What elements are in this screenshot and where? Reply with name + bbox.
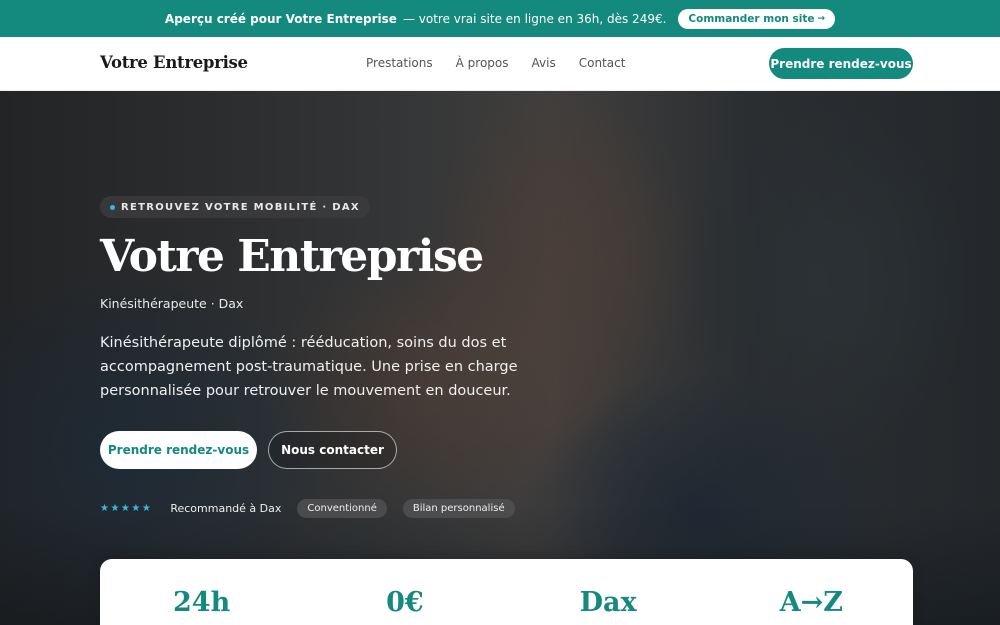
stat-item: 24h (173, 587, 231, 618)
stats-card: 24h 0€ Dax A→Z (100, 559, 913, 625)
recommendation-text: Recommandé à Dax (170, 502, 282, 515)
dot-icon (110, 204, 115, 210)
order-site-button-label: Commander mon site (688, 12, 815, 25)
hero-tagline-text: RETROUVEZ VOTRE MOBILITÉ · DAX (121, 201, 360, 213)
hero-tagline: RETROUVEZ VOTRE MOBILITÉ · DAX (100, 196, 370, 218)
trust-row: ★★★★★ Recommandé à Dax Conventionné Bila… (100, 499, 515, 518)
chip-conventionne: Conventionné (297, 499, 387, 518)
order-site-button[interactable]: Commander mon site → (678, 8, 836, 29)
brand-logo[interactable]: Votre Entreprise (100, 53, 248, 72)
hero-title: Votre Entreprise (100, 231, 484, 282)
promo-text: — votre vrai site en ligne en 36h, dès 2… (402, 11, 667, 26)
hero-appointment-button[interactable]: Prendre rendez-vous (100, 431, 257, 469)
site-header: Votre Entreprise Prestations À propos Av… (0, 37, 1000, 91)
hero-section: RETROUVEZ VOTRE MOBILITÉ · DAX Votre Ent… (0, 91, 1000, 625)
stat-item: A→Z (779, 587, 844, 618)
main-nav: Prestations À propos Avis Contact (366, 56, 625, 70)
hero-contact-button[interactable]: Nous contacter (268, 431, 397, 469)
header-appointment-button[interactable]: Prendre rendez-vous (769, 48, 913, 79)
stat-item: Dax (579, 587, 637, 618)
promo-banner: Aperçu créé pour Votre Entreprise — votr… (0, 0, 1000, 37)
arrow-right-icon: → (817, 13, 826, 24)
nav-item-prestations[interactable]: Prestations (366, 56, 433, 70)
promo-highlight: Aperçu créé pour Votre Entreprise (164, 11, 397, 26)
hero-subtitle: Kinésithérapeute · Dax (100, 296, 244, 311)
stat-item: 0€ (386, 587, 424, 618)
hero-description: Kinésithérapeute diplômé : rééducation, … (100, 335, 518, 399)
nav-item-contact[interactable]: Contact (579, 56, 626, 70)
rating-stars-icon: ★★★★★ (100, 503, 153, 514)
nav-item-a-propos[interactable]: À propos (456, 56, 509, 70)
chip-bilan: Bilan personnalisé (402, 499, 515, 518)
nav-item-avis[interactable]: Avis (532, 56, 556, 70)
